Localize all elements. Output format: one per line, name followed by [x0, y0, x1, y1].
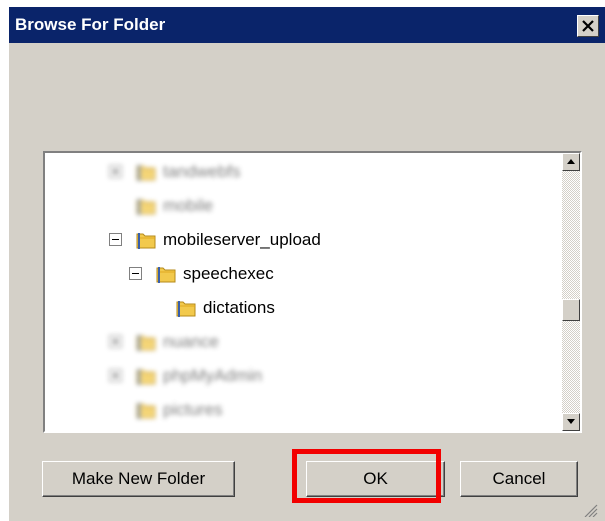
scroll-up-button[interactable]	[562, 153, 580, 171]
tree-item-label: nuance	[163, 332, 219, 351]
tree-item[interactable]: dictations	[45, 293, 545, 323]
folder-icon	[135, 195, 157, 217]
tree-item[interactable]: mobile	[45, 191, 545, 221]
tree-item-label: phpMyAdmin	[163, 366, 263, 385]
title-bar[interactable]: Browse For Folder	[9, 7, 605, 43]
tree-item[interactable]: mobileserver_upload	[45, 225, 545, 255]
cancel-button[interactable]: Cancel	[460, 461, 578, 497]
folder-icon	[135, 229, 157, 251]
collapse-icon[interactable]	[129, 267, 142, 280]
arrow-down-icon	[567, 419, 575, 424]
folder-icon	[135, 161, 157, 183]
folder-icon	[155, 263, 177, 285]
resize-grip-icon[interactable]	[580, 503, 598, 517]
ok-highlight-box	[292, 449, 441, 503]
close-icon	[582, 20, 594, 32]
tree-item-label: pictures	[163, 400, 223, 419]
expand-icon[interactable]	[109, 369, 122, 382]
browse-for-folder-dialog: Browse For Folder tandwebfs mobile mobiles…	[8, 6, 605, 521]
folder-tree[interactable]: tandwebfs mobile mobileserver_uploadspeech…	[43, 151, 582, 433]
arrow-up-icon	[567, 159, 575, 164]
tree-item-label: mobile	[163, 196, 214, 215]
window-title: Browse For Folder	[15, 15, 166, 34]
tree-item[interactable]: tandwebfs	[45, 157, 545, 187]
tree-item-label: tandwebfs	[163, 162, 241, 181]
tree-item[interactable]: speechexec	[45, 259, 545, 289]
tree-item-label: speechexec	[183, 264, 274, 283]
folder-tree-list: tandwebfs mobile mobileserver_uploadspeech…	[45, 153, 562, 431]
make-new-folder-button[interactable]: Make New Folder	[42, 461, 235, 497]
scroll-down-button[interactable]	[562, 413, 580, 431]
folder-icon	[135, 399, 157, 421]
expand-icon[interactable]	[109, 335, 122, 348]
tree-item-label: dictations	[203, 298, 275, 317]
close-button[interactable]	[577, 15, 599, 37]
tree-item[interactable]: phpMyAdmin	[45, 361, 545, 391]
tree-item[interactable]: pictures	[45, 395, 545, 425]
folder-icon	[175, 297, 197, 319]
folder-icon	[135, 365, 157, 387]
collapse-icon[interactable]	[109, 233, 122, 246]
folder-icon	[135, 331, 157, 353]
tree-item-label: mobileserver_upload	[163, 230, 321, 249]
expand-icon[interactable]	[109, 165, 122, 178]
tree-item[interactable]: nuance	[45, 327, 545, 357]
vertical-scrollbar[interactable]	[562, 153, 580, 431]
scroll-thumb[interactable]	[562, 299, 580, 321]
